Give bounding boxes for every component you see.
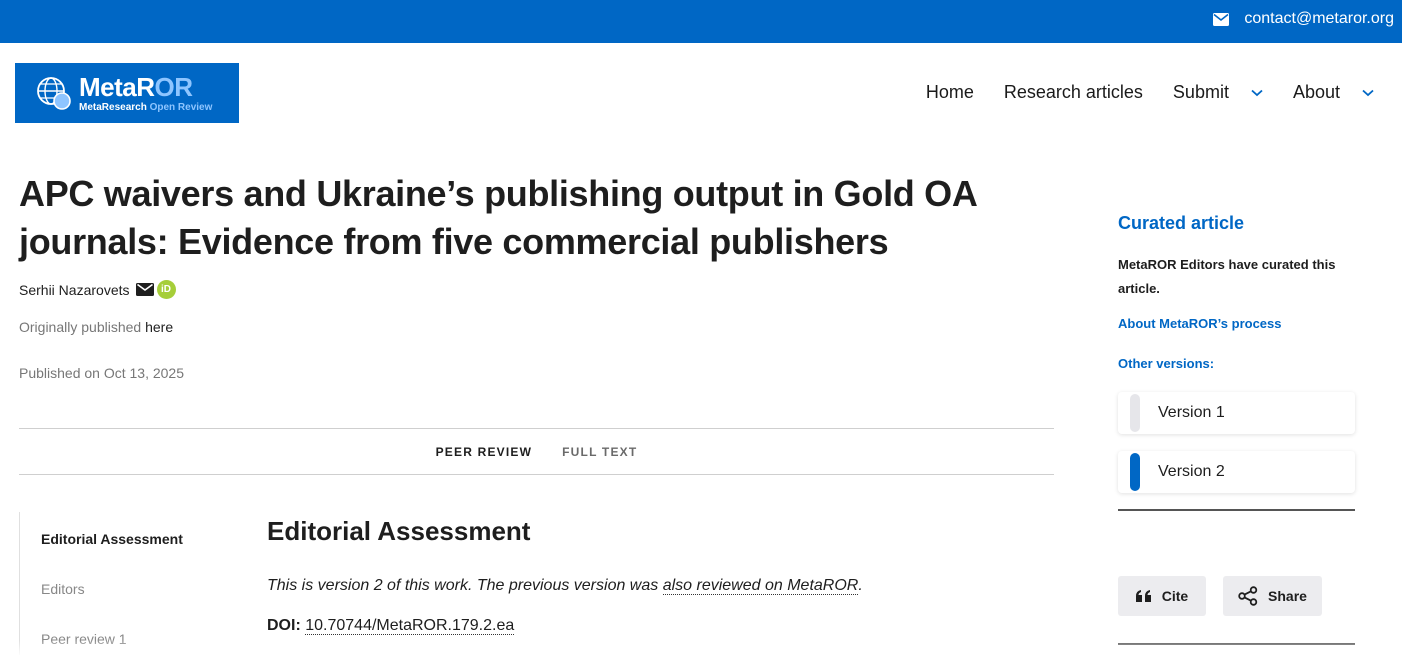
version-indicator	[1130, 394, 1140, 432]
author-line: Serhii Nazarovets iD	[19, 280, 176, 299]
logo-name: MetaROR	[79, 71, 193, 102]
version-indicator-active	[1130, 453, 1140, 491]
toc-item-peer-review-1[interactable]: Peer review 1	[41, 631, 127, 647]
curated-text: MetaROR Editors have curated this articl…	[1118, 257, 1336, 296]
toc-item-editors[interactable]: Editors	[41, 581, 85, 597]
site-logo[interactable]: MetaROR MetaResearch Open Review	[15, 63, 239, 123]
logo-globe-icon	[37, 77, 71, 110]
version-label: Version 1	[1158, 404, 1225, 421]
chevron-down-icon[interactable]	[1251, 89, 1263, 97]
version-card-2[interactable]: Version 2	[1118, 451, 1355, 493]
curated-title: Curated article	[1118, 213, 1245, 233]
share-icon	[1238, 586, 1258, 606]
doi-label: DOI:	[267, 617, 301, 634]
nav-item-research-articles[interactable]: Research articles	[1004, 82, 1143, 103]
tab-full-text[interactable]: FULL TEXT	[562, 445, 637, 459]
nav-item-about[interactable]: About	[1293, 82, 1374, 103]
nav-item-home[interactable]: Home	[926, 82, 974, 103]
logo-tagline: MetaResearch Open Review	[79, 101, 213, 113]
article-title: APC waivers and Ukraine’s publishing out…	[19, 173, 977, 262]
previous-version-link[interactable]: also reviewed on MetaROR	[662, 577, 859, 595]
version-label: Version 2	[1158, 463, 1225, 480]
sidebar-divider	[1118, 509, 1355, 511]
doi-line: DOI: 10.70744/MetaROR.179.2.ea	[267, 617, 515, 635]
main-nav: Home Research articles Submit About	[896, 82, 1374, 103]
originally-published-link[interactable]: here	[145, 319, 173, 335]
top-bar: contact@metaror.org	[0, 0, 1402, 43]
version-note: This is version 2 of this work. The prev…	[267, 577, 863, 595]
about-process-link[interactable]: About MetaROR’s process	[1118, 316, 1282, 331]
nav-item-submit[interactable]: Submit	[1173, 82, 1263, 103]
toc-item-editorial-assessment[interactable]: Editorial Assessment	[41, 531, 183, 547]
author-name[interactable]: Serhii Nazarovets	[19, 282, 130, 298]
originally-published: Originally published here	[19, 319, 174, 335]
share-button[interactable]: Share	[1223, 576, 1322, 616]
envelope-icon	[1213, 12, 1230, 26]
tab-peer-review[interactable]: PEER REVIEW	[436, 445, 533, 459]
doi-link[interactable]: 10.70744/MetaROR.179.2.ea	[305, 617, 515, 635]
chevron-down-icon[interactable]	[1362, 89, 1374, 97]
quote-icon	[1135, 590, 1151, 602]
table-of-contents: Editorial Assessment Editors Peer review…	[19, 512, 239, 655]
email-icon[interactable]	[135, 283, 154, 296]
section-title: Editorial Assessment	[267, 516, 531, 546]
sidebar-divider	[1118, 643, 1355, 645]
published-date: Published on Oct 13, 2025	[19, 365, 185, 381]
other-versions-label: Other versions:	[1118, 356, 1215, 371]
article-tabs: PEER REVIEW FULL TEXT	[19, 428, 1054, 475]
contact-link[interactable]: contact@metaror.org	[1213, 10, 1394, 28]
version-card-1[interactable]: Version 1	[1118, 392, 1355, 434]
cite-button[interactable]: Cite	[1118, 576, 1206, 616]
contact-email: contact@metaror.org	[1244, 10, 1394, 27]
orcid-icon[interactable]: iD	[156, 280, 176, 299]
